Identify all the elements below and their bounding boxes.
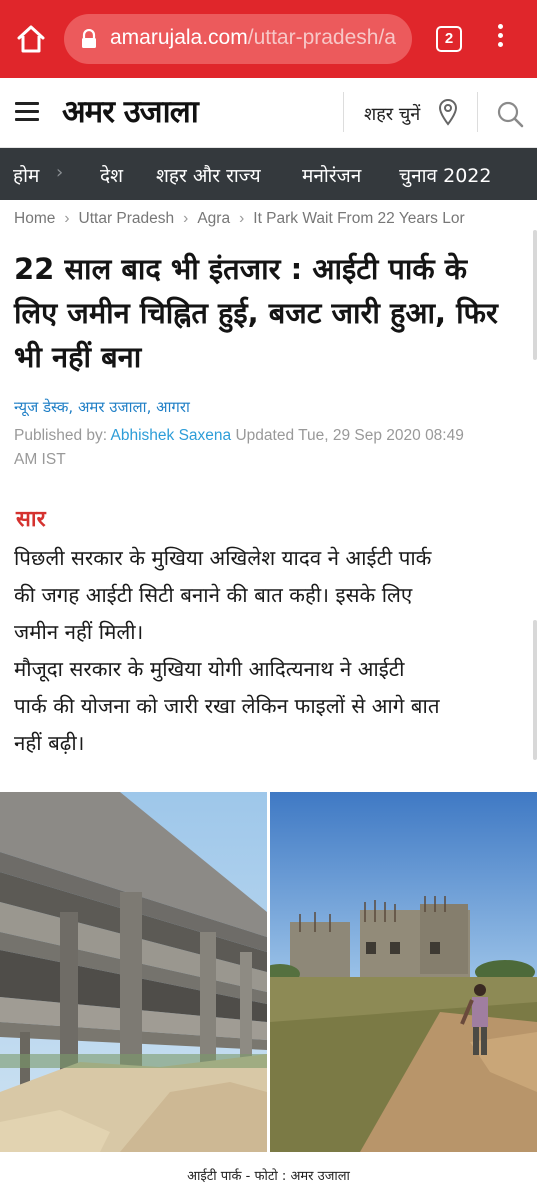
updated-date: Updated Tue, 29 Sep 2020 08:49 (235, 427, 464, 444)
nav-item-entertainment[interactable]: मनोरंजन (302, 162, 361, 188)
chevron-right-icon: › (56, 162, 64, 183)
scrollbar[interactable] (533, 620, 537, 760)
summary-line: नहीं बढ़ी। (14, 731, 85, 755)
site-header: अमर उजाला शहर चुनें (0, 78, 537, 148)
article-title: 22 साल बाद भी इंतजार : आईटी पार्क के लिए… (14, 247, 529, 379)
tabs-icon[interactable]: 2 (436, 26, 462, 52)
photo-caption: आईटी पार्क - फोटो : अमर उजाला (187, 1169, 350, 1184)
breadcrumb-article: It Park Wait From 22 Years Lor (253, 210, 465, 227)
url-text: amarujala.com/uttar-pradesh/a (110, 26, 402, 50)
nav-item-election-2022[interactable]: चुनाव 2022 (399, 162, 492, 188)
breadcrumb: Home › Uttar Pradesh › Agra › It Park Wait Fro… (14, 210, 465, 227)
byline[interactable]: न्यूज डेस्क, अमर उजाला, आगरा (14, 397, 190, 417)
nav-item-cities-states[interactable]: शहर और राज्य (156, 162, 261, 188)
author-link[interactable]: Abhishek Saxena (111, 427, 232, 444)
summary-line: मौजूदा सरकार के मुखिया योगी आदित्यनाथ ने… (14, 657, 405, 681)
summary-text: पिछली सरकार के मुखिया अखिलेश यादव ने आईट… (14, 540, 534, 762)
summary-label: सार (16, 507, 46, 532)
url-domain: amarujala.com (110, 26, 248, 49)
category-nav: होम › देश शहर और राज्य मनोरंजन चुनाव 202… (0, 148, 537, 200)
header-divider (477, 92, 478, 132)
summary-line: जमीन नहीं मिली। (14, 620, 144, 644)
nav-item-desh[interactable]: देश (100, 162, 123, 188)
home-icon[interactable] (14, 22, 48, 56)
published-info: Published by: Abhishek Saxena Updated Tu… (14, 424, 534, 472)
scrollbar[interactable] (533, 230, 537, 360)
published-prefix: Published by: (14, 427, 108, 444)
header-divider (343, 92, 344, 132)
menu-icon[interactable] (15, 102, 39, 122)
more-vert-icon[interactable] (490, 24, 510, 54)
search-icon[interactable] (496, 100, 524, 128)
nav-item-home[interactable]: होम (13, 162, 39, 188)
site-logo[interactable]: अमर उजाला (62, 90, 199, 132)
city-select[interactable]: शहर चुनें (364, 102, 420, 126)
updated-time-zone: AM IST (14, 451, 66, 468)
article-photo[interactable] (0, 792, 537, 1152)
breadcrumb-home[interactable]: Home (14, 210, 55, 227)
photo-site-with-person (260, 792, 537, 1152)
lock-icon (80, 28, 98, 49)
address-bar[interactable]: amarujala.com/uttar-pradesh/a (64, 14, 412, 64)
url-path: /uttar-pradesh/a (247, 26, 396, 49)
title-line: 22 साल बाद भी इंतजार : आईटी पार्क के (14, 252, 468, 286)
breadcrumb-city[interactable]: Agra (197, 210, 230, 227)
title-line: भी नहीं बना (14, 340, 142, 374)
browser-toolbar: amarujala.com/uttar-pradesh/a 2 (0, 0, 537, 78)
location-pin-icon[interactable] (437, 98, 459, 126)
title-line: लिए जमीन चिह्नित हुई, बजट जारी हुआ, फिर (14, 296, 498, 330)
summary-line: पिछली सरकार के मुखिया अखिलेश यादव ने आईट… (14, 546, 432, 570)
summary-line: पार्क की योजना को जारी रखा लेकिन फाइलों … (14, 694, 440, 718)
photo-building-structure (0, 792, 267, 1152)
breadcrumb-state[interactable]: Uttar Pradesh (79, 210, 175, 227)
summary-line: की जगह आईटी सिटी बनाने की बात कही। इसके … (14, 583, 413, 607)
